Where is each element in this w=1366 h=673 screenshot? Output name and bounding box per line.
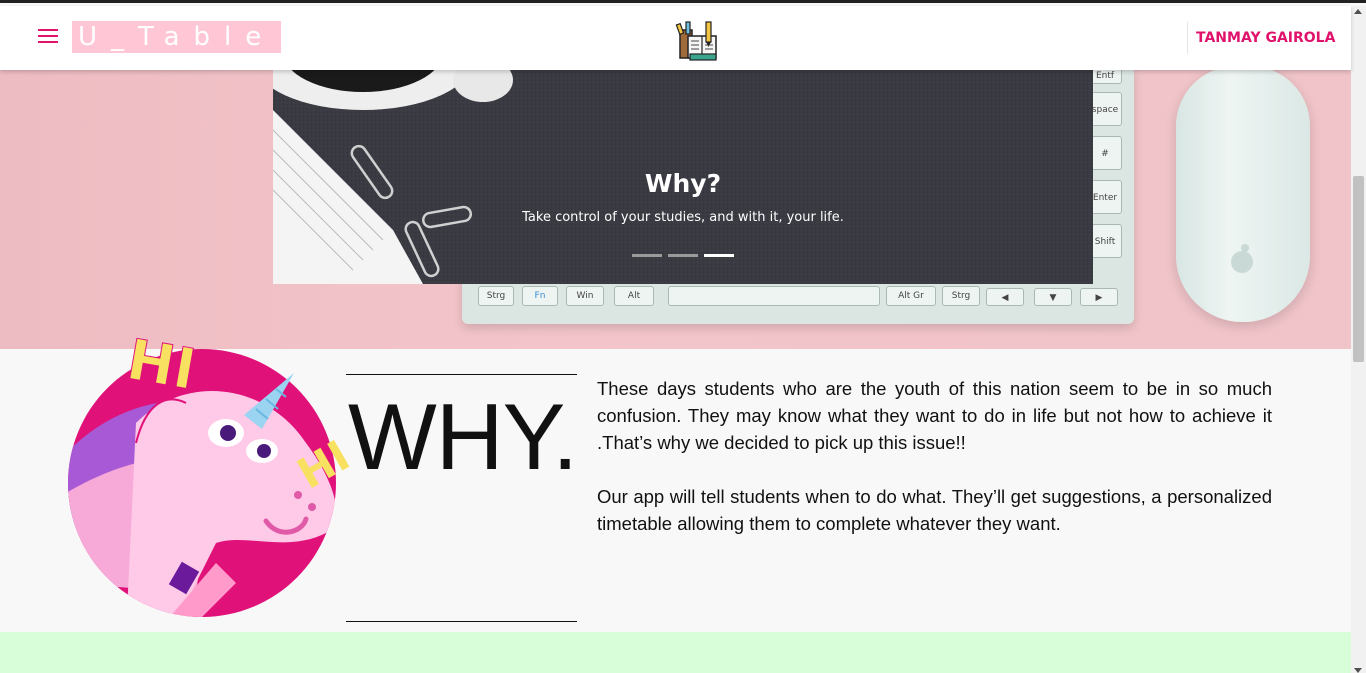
keyboard-key: #: [1088, 136, 1122, 170]
apple-logo-icon: [1231, 244, 1253, 273]
top-navbar: U_Table TANMAY GAIROLA: [0, 6, 1351, 70]
page-scrollbar[interactable]: [1351, 6, 1366, 673]
keyboard-arrow-left: ◀: [986, 288, 1024, 306]
books-pencil-logo-icon[interactable]: [672, 18, 724, 64]
nav-divider: [1187, 22, 1188, 54]
keyboard-key: Alt Gr: [886, 286, 936, 306]
keyboard-key: Alt: [614, 286, 654, 306]
scroll-down-icon[interactable]: [1354, 668, 1362, 673]
page: Strg Fn Win Alt Alt Gr Strg ◀ ▼ ▶ Entf s…: [0, 0, 1366, 673]
carousel-indicators: [632, 254, 734, 257]
keyboard-spacebar: [668, 286, 880, 306]
scroll-up-icon[interactable]: [1354, 9, 1362, 14]
carousel-indicator-2[interactable]: [668, 254, 698, 257]
why-paragraph-2: Our app will tell students when to do wh…: [597, 486, 1272, 534]
unicorn-illustration: HI HI: [68, 333, 356, 617]
brand-logo-text[interactable]: U_Table: [72, 21, 282, 53]
why-paragraph-1: These days students who are the youth of…: [597, 378, 1272, 453]
carousel-indicator-3[interactable]: [704, 254, 734, 257]
keyboard-key: Strg: [478, 286, 514, 306]
keyboard-key: space: [1088, 92, 1122, 126]
why-heading: WHY.: [348, 384, 578, 489]
carousel-title: Why?: [644, 169, 722, 198]
next-section-band: [0, 632, 1351, 673]
why-description: These days students who are the youth of…: [597, 375, 1272, 564]
keyboard-key: Enter: [1088, 180, 1122, 214]
keyboard-key: Fn: [522, 286, 558, 306]
hero-carousel[interactable]: Why? Take control of your studies, and w…: [273, 70, 1093, 284]
carousel-caption: Take control of your studies, and with i…: [522, 210, 844, 225]
keyboard-key: Strg: [942, 286, 980, 306]
why-section: HI HI WHY. These days students who are t…: [0, 333, 1351, 632]
hi-text-1: HI: [122, 333, 200, 403]
keyboard-key: Shift: [1088, 224, 1122, 258]
hamburger-menu-icon[interactable]: [38, 29, 58, 43]
mouse-image: [1176, 66, 1310, 322]
keyboard-arrow-down: ▼: [1034, 288, 1072, 306]
keyboard-key: Win: [566, 286, 604, 306]
carousel-indicator-1[interactable]: [632, 254, 662, 257]
why-heading-box: WHY.: [346, 374, 578, 622]
keyboard-arrow-right: ▶: [1080, 288, 1118, 306]
scroll-thumb[interactable]: [1353, 176, 1364, 362]
user-name-link[interactable]: TANMAY GAIROLA: [1196, 30, 1335, 46]
